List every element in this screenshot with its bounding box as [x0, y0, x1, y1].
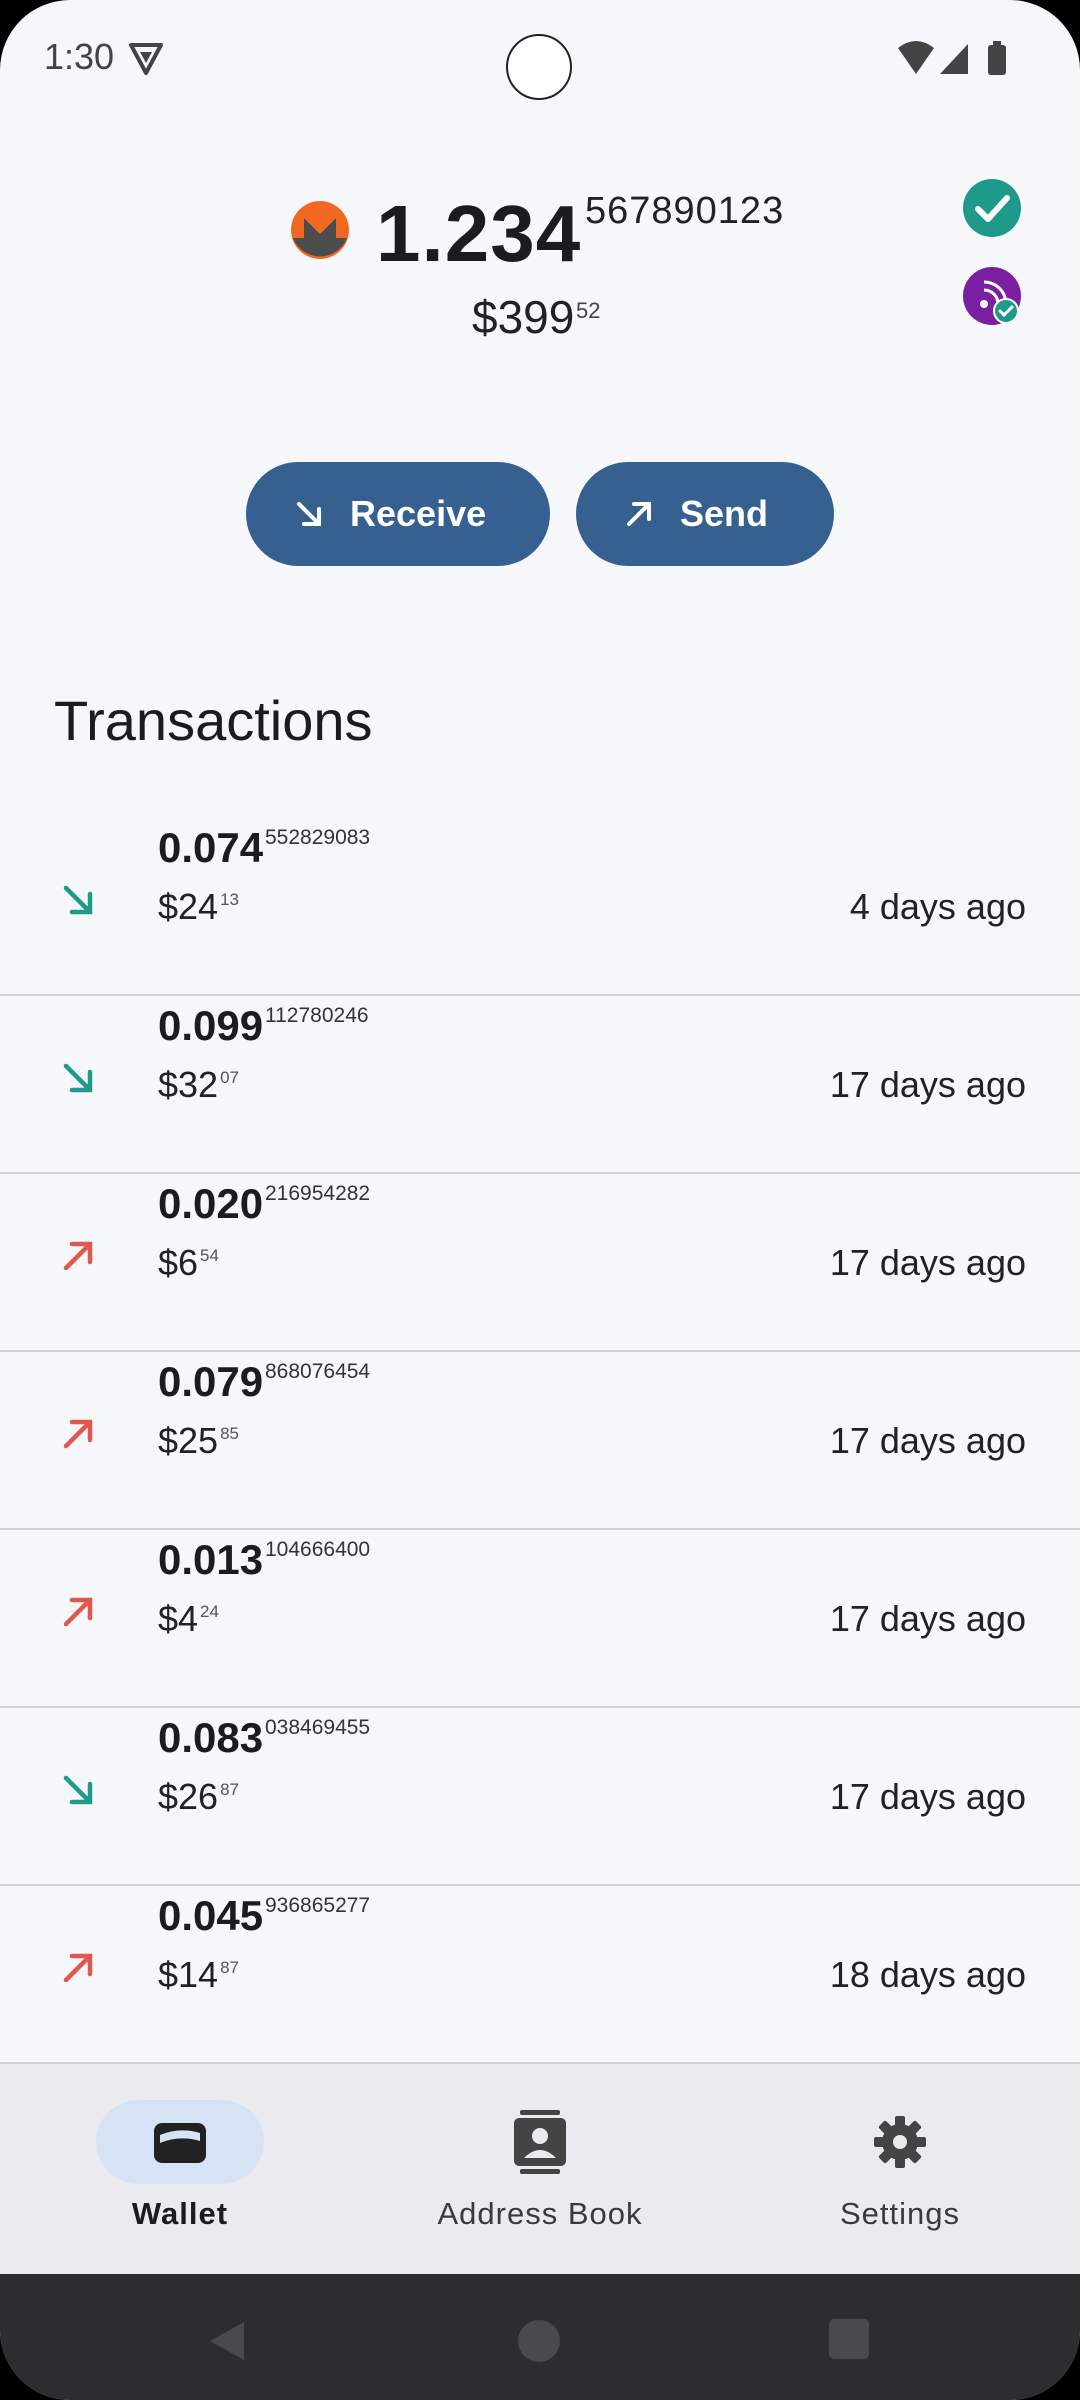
transaction-time: 4 days ago — [849, 886, 1026, 927]
transaction-time: 17 days ago — [829, 1242, 1026, 1283]
transaction-fiat: $14 87 — [158, 1954, 239, 1995]
nav-wallet-label: Wallet — [131, 2196, 229, 2231]
outgoing-arrow-icon — [58, 1592, 98, 1632]
transaction-fiat: $32 07 — [158, 1064, 239, 1105]
nav-address-book-label: Address Book — [437, 2196, 643, 2231]
contacts-icon — [456, 2100, 624, 2184]
transaction-fiat: $24 13 — [158, 886, 239, 927]
balance-amount: 1.234 — [376, 189, 582, 278]
transaction-amount: 0.013 — [158, 1536, 264, 1583]
transaction-amount: 0.074 — [158, 824, 264, 871]
transaction-amount-fraction: 038469455 — [265, 1716, 371, 1739]
cellular-icon — [940, 44, 968, 74]
bottom-navigation: Wallet Address Book Settings — [0, 2064, 1080, 2274]
transaction-time: 17 days ago — [829, 1776, 1026, 1817]
status-time: 1:30 — [44, 36, 115, 77]
transaction-row[interactable]: 0.099 112780246 $32 07 17 days ago — [0, 996, 1080, 1174]
wallet-screen: 1:30 1.234 567890123 $399 52 Receive Sen… — [0, 0, 1080, 2400]
transaction-fiat: $6 54 — [158, 1242, 219, 1283]
transaction-amount-fraction: 216954282 — [265, 1182, 371, 1205]
incoming-arrow-icon — [58, 880, 98, 920]
recents-icon[interactable] — [828, 2318, 870, 2365]
system-navigation-bar — [0, 2274, 1080, 2400]
arrow-down-right-icon — [297, 502, 321, 526]
nav-wallet[interactable]: Wallet — [30, 2100, 330, 2232]
monero-logo-icon — [290, 200, 350, 260]
fiat-balance-fraction: 52 — [576, 298, 601, 323]
back-icon[interactable] — [204, 2318, 250, 2369]
battery-icon — [988, 41, 1006, 75]
transaction-time: 17 days ago — [829, 1598, 1026, 1639]
status-bar: 1:30 — [0, 0, 1080, 110]
nav-settings-label: Settings — [839, 2196, 960, 2231]
outgoing-arrow-icon — [58, 1236, 98, 1276]
transaction-time: 17 days ago — [829, 1420, 1026, 1461]
transaction-fiat: $25 85 — [158, 1420, 239, 1461]
gear-icon — [816, 2100, 984, 2184]
receive-button[interactable]: Receive — [246, 462, 550, 566]
incoming-arrow-icon — [58, 1770, 98, 1810]
transaction-amount-fraction: 868076454 — [265, 1360, 371, 1383]
transaction-amount-fraction: 112780246 — [265, 1004, 369, 1027]
nav-settings[interactable]: Settings — [750, 2100, 1050, 2232]
transaction-amount-fraction: 936865277 — [265, 1894, 371, 1917]
transaction-amount-fraction: 552829083 — [265, 826, 371, 849]
fiat-balance: $399 — [472, 291, 575, 343]
arrow-up-right-icon — [627, 502, 651, 526]
transaction-fiat: $4 24 — [158, 1598, 219, 1639]
transaction-amount-fraction: 104666400 — [265, 1538, 371, 1561]
transaction-time: 17 days ago — [829, 1064, 1026, 1105]
send-button[interactable]: Send — [576, 462, 834, 566]
transaction-row[interactable]: 0.020 216954282 $6 54 17 days ago — [0, 1174, 1080, 1352]
sync-status-check-icon[interactable] — [962, 178, 1022, 238]
wallet-icon — [96, 2100, 264, 2184]
transaction-row[interactable]: 0.045 936865277 $14 87 18 days ago — [0, 1886, 1080, 2064]
transaction-fiat: $26 87 — [158, 1776, 239, 1817]
incoming-arrow-icon — [58, 1058, 98, 1098]
transaction-amount: 0.079 — [158, 1358, 264, 1405]
transaction-amount: 0.083 — [158, 1714, 264, 1761]
transaction-amount: 0.020 — [158, 1180, 264, 1227]
transaction-row[interactable]: 0.074 552829083 $24 13 4 days ago — [0, 818, 1080, 996]
send-button-label: Send — [680, 493, 769, 534]
transaction-time: 18 days ago — [829, 1954, 1026, 1995]
transactions-heading: Transactions — [54, 689, 373, 752]
tor-connected-icon[interactable] — [962, 266, 1022, 326]
outgoing-arrow-icon — [58, 1414, 98, 1454]
home-icon[interactable] — [516, 2318, 562, 2369]
transaction-amount: 0.045 — [158, 1892, 264, 1939]
transaction-row[interactable]: 0.079 868076454 $25 85 17 days ago — [0, 1352, 1080, 1530]
receive-button-label: Receive — [350, 493, 487, 534]
outgoing-arrow-icon — [58, 1948, 98, 1988]
balance-fraction: 567890123 — [585, 190, 785, 232]
status-icons — [898, 40, 1028, 81]
vpn-icon — [128, 42, 164, 81]
camera-cutout — [506, 34, 572, 100]
transaction-list: 0.074 552829083 $24 13 4 days ago 0.099 1… — [0, 818, 1080, 2064]
transaction-amount: 0.099 — [158, 1002, 264, 1049]
transaction-row[interactable]: 0.083 038469455 $26 87 17 days ago — [0, 1708, 1080, 1886]
nav-address-book[interactable]: Address Book — [390, 2100, 690, 2232]
transaction-row[interactable]: 0.013 104666400 $4 24 17 days ago — [0, 1530, 1080, 1708]
wifi-icon — [898, 41, 934, 74]
